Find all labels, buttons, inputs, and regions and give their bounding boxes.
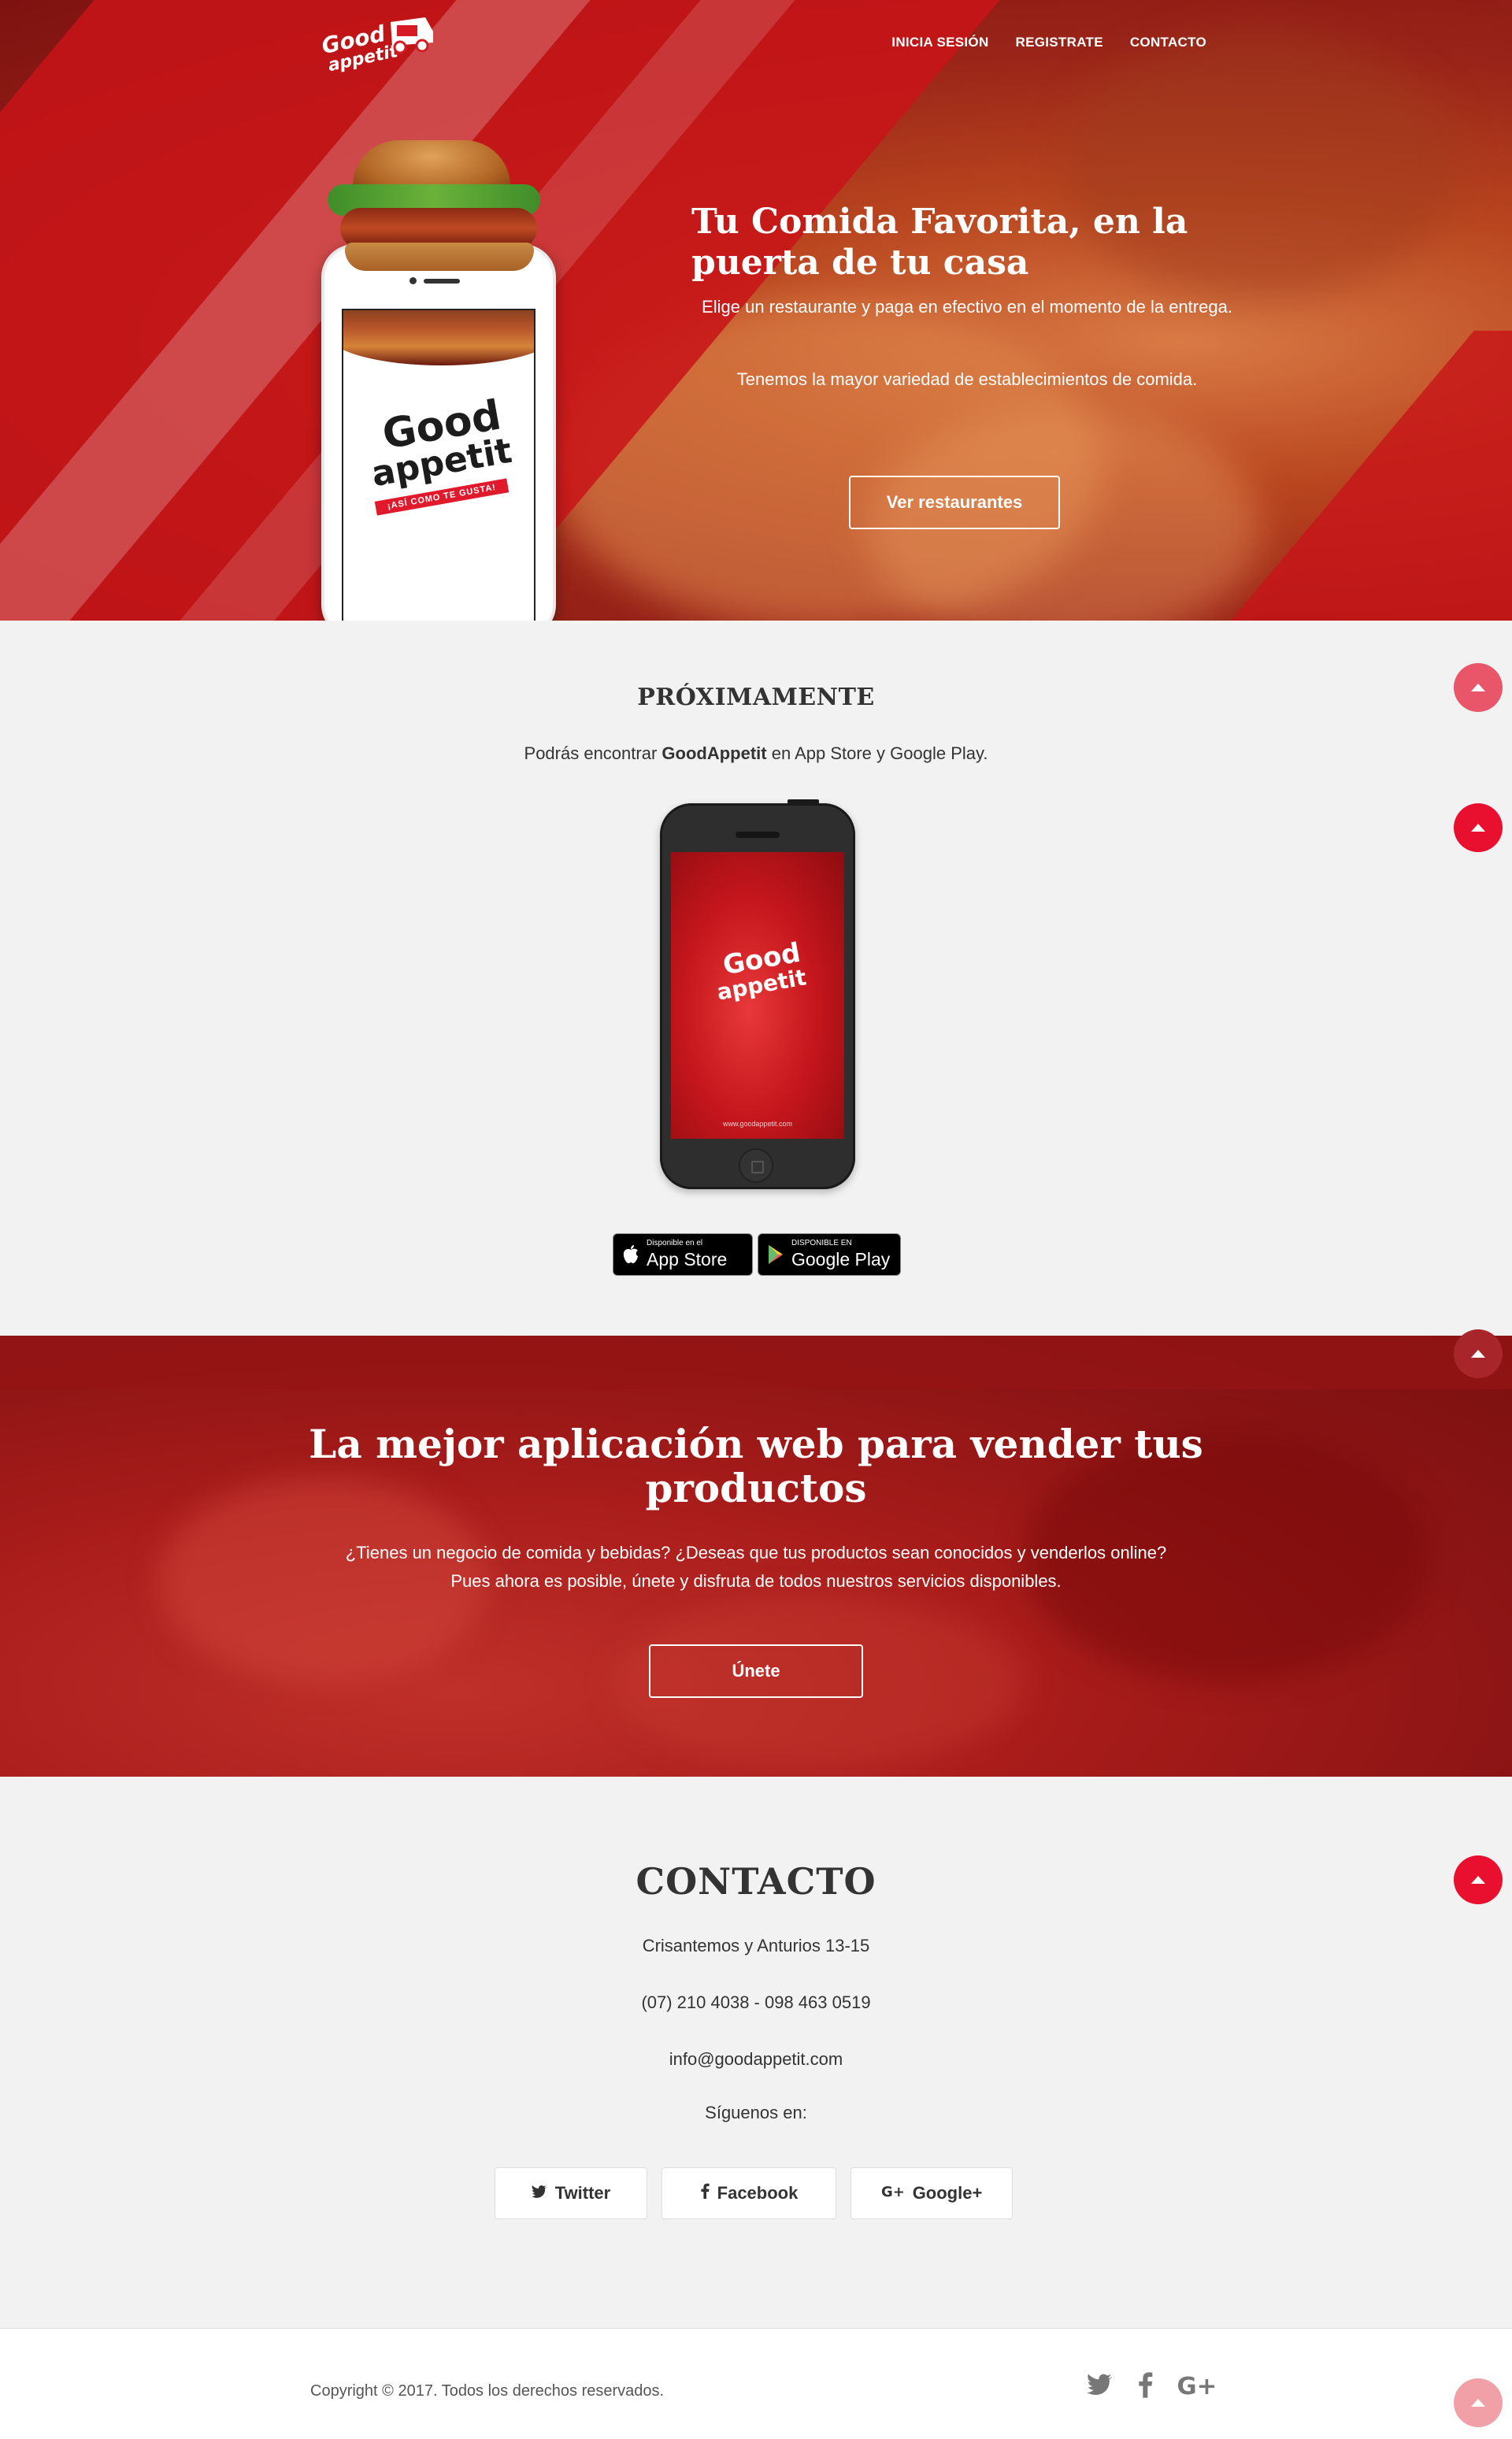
apple-icon [621, 1243, 640, 1266]
phone-screen: Good appetit ¡ASÍ COMO TE GUSTA! [342, 309, 536, 621]
facebook-button[interactable]: Facebook [662, 2167, 836, 2219]
twitter-label: Twitter [554, 2183, 611, 2203]
nav-register[interactable]: REGISTRATE [1016, 35, 1103, 50]
phone-home-button [739, 1148, 773, 1183]
google-plus-label: Google+ [912, 2183, 983, 2203]
proximamente-text-part: Podrás encontrar [524, 743, 662, 763]
hero-section: Good appetit INICIA SESIÓN REGISTRATE CO… [0, 0, 1512, 621]
store-big-text: Google Play [791, 1249, 891, 1270]
phone-logo: Good appetit ¡ASÍ COMO TE GUSTA! [367, 391, 517, 516]
google-plus-icon[interactable]: G+ [1177, 2371, 1217, 2398]
svg-text:G+: G+ [881, 2184, 905, 2199]
phone-camera [410, 277, 417, 284]
phone-power-button [788, 799, 819, 804]
app-store-badge[interactable]: Disponible en el App Store [613, 1233, 753, 1276]
burger-image [321, 140, 558, 274]
scroll-top-button[interactable] [1454, 2378, 1503, 2427]
scroll-top-button[interactable] [1454, 663, 1503, 712]
footer: Copyright © 2017. Todos los derechos res… [0, 2328, 1512, 2439]
hero-title: Tu Comida Favorita, en la puerta de tu c… [691, 202, 1188, 283]
google-plus-button[interactable]: G+ Google+ [850, 2167, 1013, 2219]
copyright: Copyright © 2017. Todos los derechos res… [310, 2382, 665, 2400]
store-small-text: DISPONIBLE EN [791, 1239, 852, 1247]
proximamente-text-part: en App Store y Google Play. [766, 743, 988, 763]
google-plus-icon: G+ [881, 2183, 905, 2204]
app-phone-image: Good appetit www.goodappetit.com [660, 799, 855, 1189]
proximamente-title: PRÓXIMAMENTE [637, 684, 875, 711]
facebook-icon[interactable] [1137, 2371, 1153, 2398]
phone-logo: Good appetit [715, 937, 808, 1006]
contact-address: Crisantemos y Anturios 13-15 [642, 1936, 870, 1955]
vender-text: ¿Tienes un negocio de comida y bebidas? … [345, 1543, 1167, 1591]
store-text: Disponible en el App Store [647, 1239, 727, 1270]
proximamente-brand: GoodAppetit [662, 743, 767, 763]
burger-image [343, 310, 534, 365]
scroll-top-button[interactable] [1454, 803, 1503, 852]
phone-speaker [736, 832, 780, 838]
twitter-button[interactable]: Twitter [495, 2167, 647, 2219]
phone-url: www.goodappetit.com [722, 1120, 793, 1128]
truck-icon [391, 17, 433, 54]
nav-contact[interactable]: CONTACTO [1130, 35, 1206, 50]
proximamente-text: Podrás encontrar GoodAppetit en App Stor… [0, 743, 1512, 764]
twitter-icon[interactable] [1087, 2373, 1114, 2396]
section-divider [0, 1336, 1512, 1389]
facebook-label: Facebook [717, 2183, 799, 2203]
footer-social: G+ [1087, 2371, 1217, 2398]
play-icon [766, 1243, 785, 1266]
contact-phone: (07) 210 4038 - 098 463 0519 [641, 1992, 871, 2012]
hero-paragraph: Tenemos la mayor variedad de establecimi… [736, 369, 1198, 389]
google-play-badge[interactable]: DISPONIBLE EN Google Play [758, 1233, 901, 1276]
contact-email[interactable]: info@goodappetit.com [0, 2049, 1512, 2070]
follow-label: Síguenos en: [705, 2103, 807, 2122]
facebook-icon [700, 2183, 710, 2204]
store-small-text: Disponible en el [647, 1239, 703, 1247]
store-big-text: App Store [647, 1249, 728, 1270]
scroll-top-button[interactable] [1454, 1329, 1503, 1378]
svg-text:G+: G+ [1177, 2373, 1217, 2398]
ver-restaurantes-button[interactable]: Ver restaurantes [849, 476, 1060, 529]
burger-bun [345, 243, 534, 271]
brand-logo[interactable]: Good appetit [299, 11, 441, 76]
store-text: DISPONIBLE EN Google Play [791, 1239, 890, 1270]
vender-title: La mejor aplicación web para vender tus … [309, 1421, 1203, 1511]
hero-phone-image: Good appetit ¡ASÍ COMO TE GUSTA! [321, 244, 556, 621]
twitter-icon [531, 2184, 547, 2204]
hero-paragraph: Elige un restaurante y paga en efectivo … [702, 297, 1232, 317]
contacto-title: CONTACTO [636, 1860, 876, 1903]
unete-button[interactable]: Únete [649, 1644, 863, 1698]
top-nav: INICIA SESIÓN REGISTRATE CONTACTO [891, 35, 1206, 50]
scroll-top-button[interactable] [1454, 1855, 1503, 1904]
nav-login[interactable]: INICIA SESIÓN [891, 35, 988, 50]
phone-speaker [424, 279, 460, 284]
phone-screen: Good appetit www.goodappetit.com [671, 852, 844, 1139]
